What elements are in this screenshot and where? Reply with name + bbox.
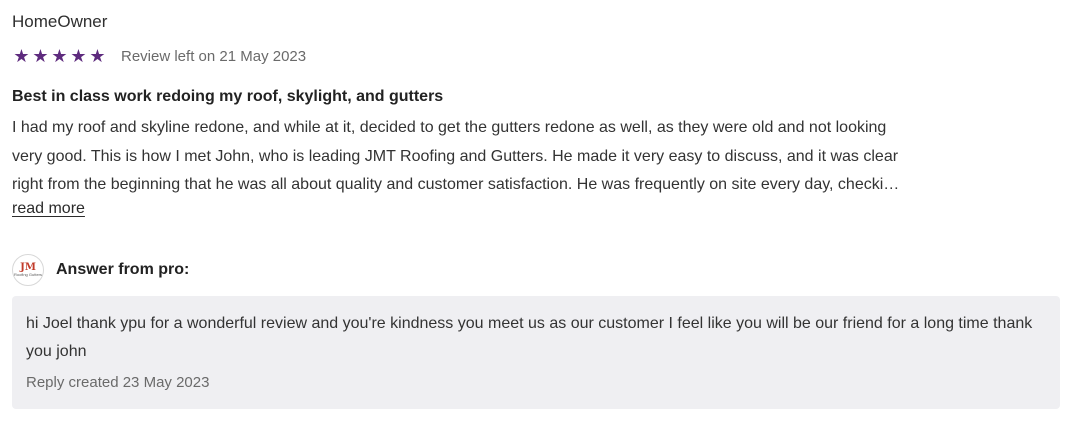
star-icon: ★	[51, 46, 68, 66]
pro-logo-subtext: Roofing Gutters	[13, 272, 42, 277]
star-icon: ★	[13, 46, 30, 66]
review-date: Review left on 21 May 2023	[121, 47, 307, 65]
pro-answer-header: JM Roofing Gutters Answer from pro:	[12, 254, 189, 286]
review-card: HomeOwner ★ ★ ★ ★ ★ Review left on 21 Ma…	[0, 0, 1078, 421]
pro-reply-date: Reply created 23 May 2023	[26, 374, 210, 391]
review-title: Best in class work redoing my roof, skyl…	[12, 88, 444, 105]
pro-answer-label: Answer from pro:	[56, 261, 190, 278]
review-author: HomeOwner	[12, 12, 108, 31]
review-body: I had my roof and skyline redone, and wh…	[12, 114, 1054, 200]
review-body-line: right from the beginning that he was all…	[12, 176, 900, 193]
star-rating: ★ ★ ★ ★ ★	[12, 45, 107, 67]
pro-logo: JM Roofing Gutters	[12, 254, 44, 286]
review-body-line: I had my roof and skyline redone, and wh…	[12, 119, 887, 136]
star-icon: ★	[89, 46, 106, 66]
pro-reply-box: hi Joel thank ypu for a wonderful review…	[12, 296, 1060, 409]
star-icon: ★	[32, 46, 49, 66]
rating-row: ★ ★ ★ ★ ★ Review left on 21 May 2023	[12, 45, 306, 67]
pro-reply-text: hi Joel thank ypu for a wonderful review…	[26, 315, 1033, 360]
star-icon: ★	[70, 46, 87, 66]
read-more-link[interactable]: read more	[12, 200, 85, 218]
review-body-line: very good. This is how I met John, who i…	[12, 147, 899, 165]
